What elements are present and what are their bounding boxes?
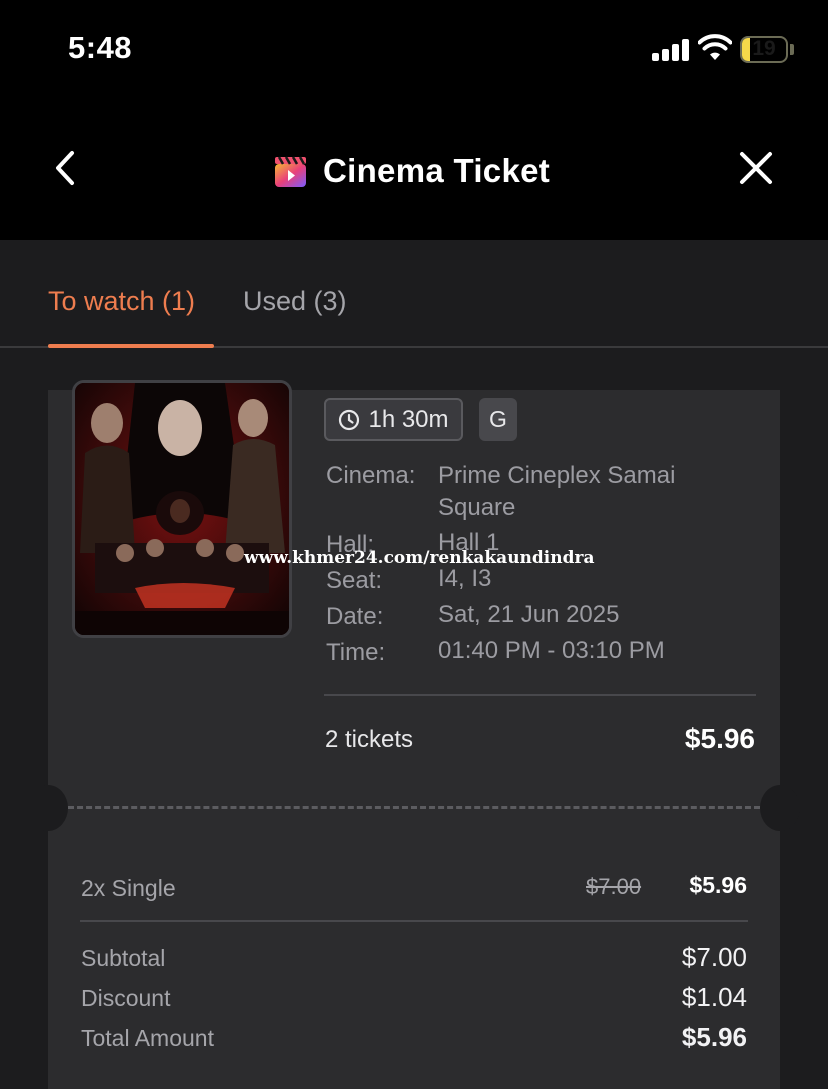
subtotal-label: Subtotal <box>81 945 166 971</box>
seat-label: Seat: <box>326 567 383 594</box>
date-value: Sat, 21 Jun 2025 <box>438 601 620 628</box>
tab-bar: To watch (1) Used (3) <box>0 240 828 348</box>
cinema-value: Prime Cineplex Samai Square <box>438 462 676 521</box>
chevron-left-icon[interactable] <box>48 145 84 191</box>
tab-to-watch[interactable]: To watch (1) <box>48 286 195 317</box>
total-value: $5.96 <box>681 1022 747 1052</box>
divider <box>80 920 748 922</box>
top-bar: 5:48 19 Cinema Ticket <box>0 0 828 240</box>
time-value: 01:40 PM - 03:10 PM <box>438 637 665 664</box>
battery-percent: 19 <box>752 37 776 60</box>
discount-label: Discount <box>81 985 171 1011</box>
clapperboard-icon <box>275 155 306 187</box>
duration-badge: 1h 30m <box>324 398 463 441</box>
divider <box>324 694 756 696</box>
discount-value: $1.04 <box>681 982 747 1012</box>
nav-title-group: Cinema Ticket <box>274 150 550 192</box>
active-tab-indicator <box>48 344 214 348</box>
item-price: $5.96 <box>689 872 747 898</box>
clock-icon <box>339 409 360 430</box>
ticket-perforation <box>68 806 760 809</box>
cinema-label: Cinema: <box>326 462 416 489</box>
battery-icon: 19 <box>740 36 788 63</box>
status-time: 5:48 <box>68 30 133 65</box>
tickets-count: 2 tickets <box>325 726 414 753</box>
time-label: Time: <box>326 639 386 666</box>
movie-poster <box>72 380 292 638</box>
ticket-notch-right <box>760 785 800 831</box>
item-label: 2x Single <box>81 875 176 901</box>
cellular-signal-icon <box>652 39 690 61</box>
subtotal-value: $7.00 <box>681 942 747 972</box>
original-price: $7.00 <box>586 874 642 899</box>
close-icon[interactable] <box>734 146 778 190</box>
wifi-icon <box>698 34 732 60</box>
ticket-card[interactable]: 1h 30m G Cinema: Prime Cineplex Samai Sq… <box>28 380 800 1089</box>
rating-badge: G <box>479 398 517 441</box>
movie-poster-image <box>75 383 289 635</box>
ticket-notch-left <box>28 785 68 831</box>
tickets-price: $5.96 <box>684 723 755 754</box>
date-label: Date: <box>326 603 384 630</box>
total-label: Total Amount <box>81 1025 214 1051</box>
page-title: Cinema Ticket <box>323 152 551 189</box>
battery-cap <box>790 44 794 55</box>
watermark-text: www.khmer24.com/renkakaundindra <box>244 548 595 568</box>
duration-text: 1h 30m <box>368 405 449 433</box>
tab-used[interactable]: Used (3) <box>243 286 347 317</box>
